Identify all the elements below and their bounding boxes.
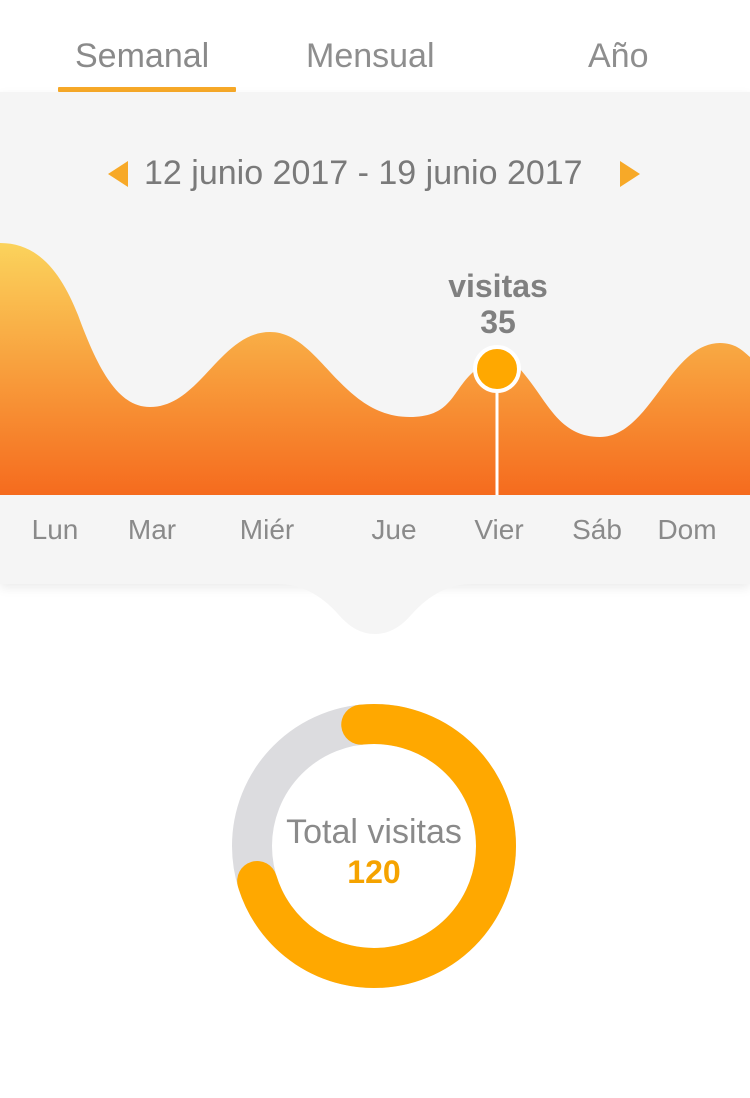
tooltip-label: visitas (448, 268, 548, 304)
total-visits-label: Total visitas (286, 813, 462, 851)
day-label-sab[interactable]: Sáb (572, 512, 622, 548)
day-label-lun[interactable]: Lun (32, 512, 79, 548)
day-label-mar[interactable]: Mar (128, 512, 176, 548)
next-week-arrow-icon[interactable] (620, 161, 640, 187)
day-label-jue[interactable]: Jue (371, 512, 416, 548)
selected-data-point[interactable] (473, 345, 521, 393)
date-range-text: 12 junio 2017 - 19 junio 2017 (144, 154, 583, 192)
visits-area-chart (0, 243, 750, 495)
panel-notch (278, 584, 472, 634)
tab-ano[interactable]: Año (588, 36, 649, 76)
tooltip-value: 35 (480, 304, 516, 340)
day-label-dom[interactable]: Dom (657, 512, 716, 548)
tab-mensual[interactable]: Mensual (306, 36, 435, 76)
data-point-tooltip: visitas 35 (398, 268, 598, 340)
visits-area (0, 243, 750, 495)
tab-semanal[interactable]: Semanal (75, 36, 209, 76)
day-label-vier[interactable]: Vier (474, 512, 523, 548)
period-tabs: Semanal Mensual Año (0, 0, 750, 92)
donut-center: Total visitas 120 (230, 812, 518, 892)
day-label-mier[interactable]: Miér (240, 512, 294, 548)
previous-week-arrow-icon[interactable] (108, 161, 128, 187)
total-visits-value: 120 (347, 854, 401, 890)
date-range-selector: 12 junio 2017 - 19 junio 2017 (0, 150, 750, 196)
